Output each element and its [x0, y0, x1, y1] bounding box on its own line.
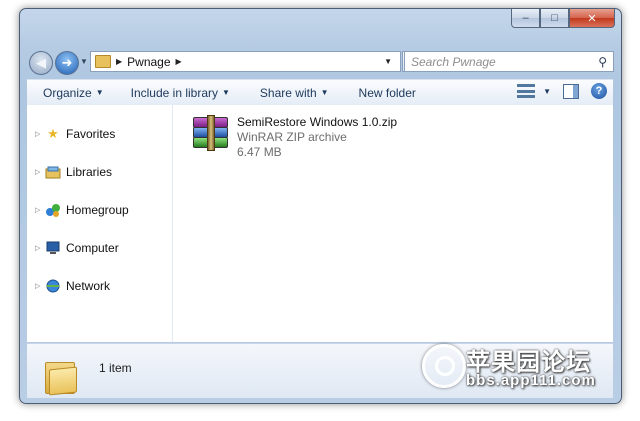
folder-icon: [95, 55, 111, 68]
expand-arrow-icon[interactable]: ▷: [35, 206, 45, 214]
change-view-button[interactable]: ▼: [517, 84, 551, 98]
address-history-dropdown[interactable]: ▼: [384, 57, 392, 66]
homegroup-icon: [45, 203, 61, 217]
nav-item-label: Network: [66, 279, 111, 293]
search-icon[interactable]: ⚲: [598, 55, 607, 69]
preview-pane-icon[interactable]: [563, 83, 579, 99]
breadcrumb-chevron-icon[interactable]: ▶: [116, 57, 122, 66]
help-icon[interactable]: ?: [591, 83, 607, 99]
breadcrumb-item[interactable]: Pwnage: [127, 55, 170, 69]
caption-buttons: – □ ✕: [511, 9, 615, 28]
view-controls: ▼ ?: [517, 83, 607, 99]
navigation-pane: ▷ ★ Favorites ▷ Libraries ▷ Homegroup ▷ …: [27, 105, 173, 342]
expand-arrow-icon[interactable]: ▷: [35, 282, 45, 290]
file-list: SemiRestore Windows 1.0.zip WinRAR ZIP a…: [173, 105, 613, 342]
forward-button[interactable]: ➜: [55, 51, 79, 75]
file-size: 6.47 MB: [237, 145, 282, 159]
expand-arrow-icon[interactable]: ▷: [35, 168, 45, 176]
nav-item-homegroup[interactable]: ▷ Homegroup: [35, 203, 129, 217]
watermark-logo-icon: [422, 344, 466, 388]
views-icon: [517, 84, 536, 98]
close-button[interactable]: ✕: [569, 9, 615, 28]
file-name: SemiRestore Windows 1.0.zip: [237, 115, 398, 129]
nav-item-label: Favorites: [66, 127, 116, 141]
arrow-right-icon: ➜: [61, 55, 73, 70]
nav-item-label: Libraries: [66, 165, 113, 179]
chevron-down-icon: ▼: [320, 88, 329, 97]
include-in-library-button[interactable]: Include in library ▼: [131, 86, 230, 100]
watermark-url: bbs.app111.com: [466, 372, 596, 389]
arrow-left-icon: ◀: [36, 55, 46, 70]
nav-item-favorites[interactable]: ▷ ★ Favorites: [35, 126, 116, 141]
new-folder-label: New folder: [358, 85, 416, 100]
network-icon: [45, 279, 61, 293]
minimize-button[interactable]: –: [511, 9, 540, 28]
file-item[interactable]: SemiRestore Windows 1.0.zip WinRAR ZIP a…: [191, 115, 397, 160]
chevron-down-icon: ▼: [95, 88, 104, 97]
organize-label: Organize: [43, 85, 92, 100]
watermark: 苹果园论坛 bbs.app111.com: [420, 338, 620, 398]
file-type: WinRAR ZIP archive: [237, 130, 347, 144]
command-bar: Organize ▼ Include in library ▼ Share with…: [27, 79, 613, 106]
computer-icon: [45, 241, 61, 255]
breadcrumb-chevron-icon[interactable]: ▶: [176, 57, 182, 66]
new-folder-button[interactable]: New folder: [359, 86, 416, 100]
nav-item-computer[interactable]: ▷ Computer: [35, 241, 119, 255]
recent-pages-dropdown[interactable]: ▼: [80, 57, 88, 66]
libraries-icon: [45, 165, 61, 179]
search-placeholder: Search Pwnage: [411, 54, 496, 69]
search-input[interactable]: Search Pwnage ⚲: [404, 51, 614, 72]
nav-item-label: Computer: [66, 241, 119, 255]
expand-arrow-icon[interactable]: ▷: [35, 130, 45, 138]
item-count: 1 item: [99, 361, 132, 375]
include-in-library-label: Include in library: [130, 85, 218, 100]
folder-icon: [45, 358, 77, 396]
chevron-down-icon: ▼: [543, 86, 551, 96]
share-with-label: Share with: [259, 85, 317, 100]
chevron-down-icon: ▼: [222, 88, 230, 97]
organize-button[interactable]: Organize ▼: [43, 86, 104, 100]
nav-item-libraries[interactable]: ▷ Libraries: [35, 165, 112, 179]
winrar-archive-icon: [191, 115, 229, 151]
expand-arrow-icon[interactable]: ▷: [35, 244, 45, 252]
back-button[interactable]: ◀: [29, 51, 53, 75]
nav-item-network[interactable]: ▷ Network: [35, 279, 110, 293]
maximize-button[interactable]: □: [540, 9, 569, 28]
share-with-button[interactable]: Share with ▼: [260, 86, 329, 100]
star-icon: ★: [47, 126, 59, 141]
address-bar[interactable]: ▶ Pwnage ▶ ▼: [90, 51, 401, 72]
nav-item-label: Homegroup: [66, 203, 129, 217]
